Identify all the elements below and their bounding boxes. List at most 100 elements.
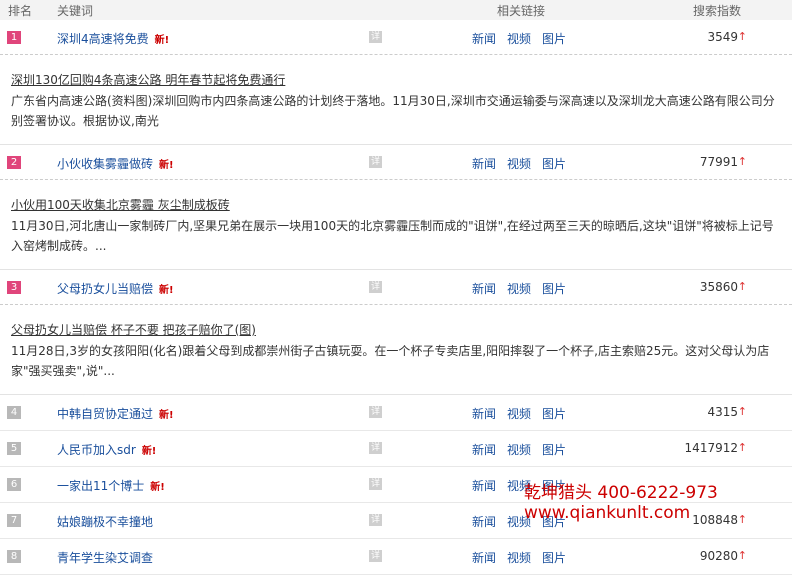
detail-icon[interactable]: 详 bbox=[369, 514, 382, 526]
table-row: 8 青年学生染艾调查 详 新闻 视频 图片 90280 ↑ bbox=[0, 539, 792, 575]
keyword-text: 青年学生染艾调查 bbox=[57, 551, 154, 565]
header-links: 相关链接 bbox=[497, 4, 546, 18]
table-row: 1 深圳4高速将免费 新! 详 新闻 视频 图片 3549 ↑ bbox=[0, 20, 792, 55]
detail-panel: 父母扔女儿当赔偿 杯子不要 把孩子赔你了(图) 11月28日,3岁的女孩阳阳(化名… bbox=[0, 305, 792, 395]
related-links: 新闻 视频 图片 bbox=[472, 280, 577, 297]
rank-badge: 6 bbox=[7, 478, 21, 491]
detail-icon[interactable]: 详 bbox=[369, 478, 382, 490]
table-row: 5 人民币加入sdr 新! 详 新闻 视频 图片 1417912 ↑ bbox=[0, 431, 792, 467]
news-link[interactable]: 新闻 bbox=[472, 443, 496, 457]
keyword-link[interactable]: 姑娘蹦极不幸撞地 bbox=[57, 513, 153, 530]
image-link[interactable]: 图片 bbox=[542, 157, 566, 171]
keyword-link[interactable]: 深圳4高速将免费 新! bbox=[57, 30, 169, 47]
image-link[interactable]: 图片 bbox=[542, 407, 566, 421]
news-link[interactable]: 新闻 bbox=[472, 407, 496, 421]
keyword-link[interactable]: 小伙收集雾霾做砖 新! bbox=[57, 155, 174, 172]
related-links: 新闻 视频 图片 bbox=[472, 30, 577, 47]
news-link[interactable]: 新闻 bbox=[472, 32, 496, 46]
rank-badge: 2 bbox=[7, 156, 21, 169]
table-row: 3 父母扔女儿当赔偿 新! 详 新闻 视频 图片 35860 ↑ bbox=[0, 270, 792, 305]
new-badge: 新! bbox=[159, 410, 174, 421]
watermark-line1: 乾坤猎头 400-6222-973 bbox=[524, 483, 718, 503]
search-index: 3549 bbox=[707, 30, 738, 44]
rank-badge: 5 bbox=[7, 442, 21, 455]
news-link[interactable]: 新闻 bbox=[472, 282, 496, 296]
video-link[interactable]: 视频 bbox=[507, 32, 531, 46]
news-link[interactable]: 新闻 bbox=[472, 515, 496, 529]
rank-badge: 8 bbox=[7, 550, 21, 563]
rank-badge: 7 bbox=[7, 514, 21, 527]
image-link[interactable]: 图片 bbox=[542, 443, 566, 457]
keyword-text: 中韩自贸协定通过 bbox=[57, 407, 154, 421]
detail-panel: 深圳130亿回购4条高速公路 明年春节起将免费通行广东省内高速公路(资料图)深圳… bbox=[0, 55, 792, 145]
related-links: 新闻 视频 图片 bbox=[472, 441, 577, 458]
video-link[interactable]: 视频 bbox=[507, 157, 531, 171]
video-link[interactable]: 视频 bbox=[507, 282, 531, 296]
header-index: 搜索指数 bbox=[693, 4, 742, 18]
table-row: 2 小伙收集雾霾做砖 新! 详 新闻 视频 图片 77991 ↑ bbox=[0, 145, 792, 180]
video-link[interactable]: 视频 bbox=[507, 551, 531, 565]
image-link[interactable]: 图片 bbox=[542, 551, 566, 565]
trend-up-icon: ↑ bbox=[737, 405, 747, 418]
video-link[interactable]: 视频 bbox=[507, 443, 531, 457]
search-index: 90280 bbox=[699, 549, 738, 563]
header-keyword: 关键词 bbox=[57, 4, 94, 18]
rank-badge: 3 bbox=[7, 281, 21, 294]
keyword-text: 姑娘蹦极不幸撞地 bbox=[57, 515, 154, 529]
trend-up-icon: ↑ bbox=[737, 280, 747, 293]
search-index: 35860 bbox=[699, 280, 738, 294]
related-links: 新闻 视频 图片 bbox=[472, 549, 577, 566]
trend-up-icon: ↑ bbox=[737, 549, 747, 562]
keyword-link[interactable]: 一家出11个博士 新! bbox=[57, 477, 165, 494]
keyword-text: 深圳4高速将免费 bbox=[57, 32, 149, 46]
keyword-text: 父母扔女儿当赔偿 bbox=[57, 282, 154, 296]
keyword-link[interactable]: 人民币加入sdr 新! bbox=[57, 441, 156, 458]
news-link[interactable]: 新闻 bbox=[472, 551, 496, 565]
new-badge: 新! bbox=[159, 285, 174, 296]
detail-icon[interactable]: 详 bbox=[369, 406, 382, 418]
keyword-link[interactable]: 青年学生染艾调查 bbox=[57, 549, 153, 566]
detail-description: 广东省内高速公路(资料图)深圳回购市内四条高速公路的计划终于落地。11月30日,… bbox=[11, 94, 775, 128]
keyword-text: 一家出11个博士 bbox=[57, 479, 145, 493]
related-links: 新闻 视频 图片 bbox=[472, 405, 577, 422]
trend-up-icon: ↑ bbox=[737, 155, 747, 168]
related-links: 新闻 视频 图片 bbox=[472, 155, 577, 172]
keyword-link[interactable]: 父母扔女儿当赔偿 新! bbox=[57, 280, 174, 297]
video-link[interactable]: 视频 bbox=[507, 407, 531, 421]
header-rank: 排名 bbox=[8, 4, 33, 18]
table-row: 4 中韩自贸协定通过 新! 详 新闻 视频 图片 4315 ↑ bbox=[0, 395, 792, 431]
table-header: 排名 关键词 相关链接 搜索指数 bbox=[0, 0, 792, 20]
search-index: 4315 bbox=[707, 405, 738, 419]
trend-up-icon: ↑ bbox=[737, 30, 747, 43]
detail-description: 11月30日,河北唐山一家制砖厂内,坚果兄弟在展示一块用100天的北京雾霾压制而… bbox=[11, 219, 774, 253]
detail-icon[interactable]: 详 bbox=[369, 281, 382, 293]
image-link[interactable]: 图片 bbox=[542, 32, 566, 46]
new-badge: 新! bbox=[150, 482, 165, 493]
search-index: 1417912 bbox=[684, 441, 738, 455]
detail-title-link[interactable]: 小伙用100天收集北京雾霾 灰尘制成板砖 bbox=[11, 196, 230, 213]
detail-description: 11月28日,3岁的女孩阳阳(化名)跟着父母到成都崇州街子古镇玩耍。在一个杯子专… bbox=[11, 344, 770, 378]
trend-up-icon: ↑ bbox=[737, 441, 747, 454]
keyword-text: 人民币加入sdr bbox=[57, 443, 136, 457]
detail-title-link[interactable]: 深圳130亿回购4条高速公路 明年春节起将免费通行 bbox=[11, 71, 285, 88]
detail-icon[interactable]: 详 bbox=[369, 31, 382, 43]
new-badge: 新! bbox=[141, 446, 157, 457]
keyword-link[interactable]: 中韩自贸协定通过 新! bbox=[57, 405, 174, 422]
search-index: 77991 bbox=[699, 155, 738, 169]
new-badge: 新! bbox=[154, 35, 170, 46]
news-link[interactable]: 新闻 bbox=[472, 157, 496, 171]
rank-badge: 1 bbox=[7, 31, 21, 44]
search-index: 108848 bbox=[692, 513, 738, 527]
detail-title-link[interactable]: 父母扔女儿当赔偿 杯子不要 把孩子赔你了(图) bbox=[11, 321, 256, 338]
new-badge: 新! bbox=[159, 160, 174, 171]
detail-icon[interactable]: 详 bbox=[369, 442, 382, 454]
trend-up-icon: ↑ bbox=[737, 513, 747, 526]
detail-panel: 小伙用100天收集北京雾霾 灰尘制成板砖 11月30日,河北唐山一家制砖厂内,坚果… bbox=[0, 180, 792, 270]
rank-badge: 4 bbox=[7, 406, 21, 419]
keyword-text: 小伙收集雾霾做砖 bbox=[57, 157, 154, 171]
image-link[interactable]: 图片 bbox=[542, 282, 566, 296]
detail-icon[interactable]: 详 bbox=[369, 156, 382, 168]
detail-icon[interactable]: 详 bbox=[369, 550, 382, 562]
news-link[interactable]: 新闻 bbox=[472, 479, 496, 493]
watermark-line2: www.qiankunlt.com bbox=[524, 503, 691, 523]
